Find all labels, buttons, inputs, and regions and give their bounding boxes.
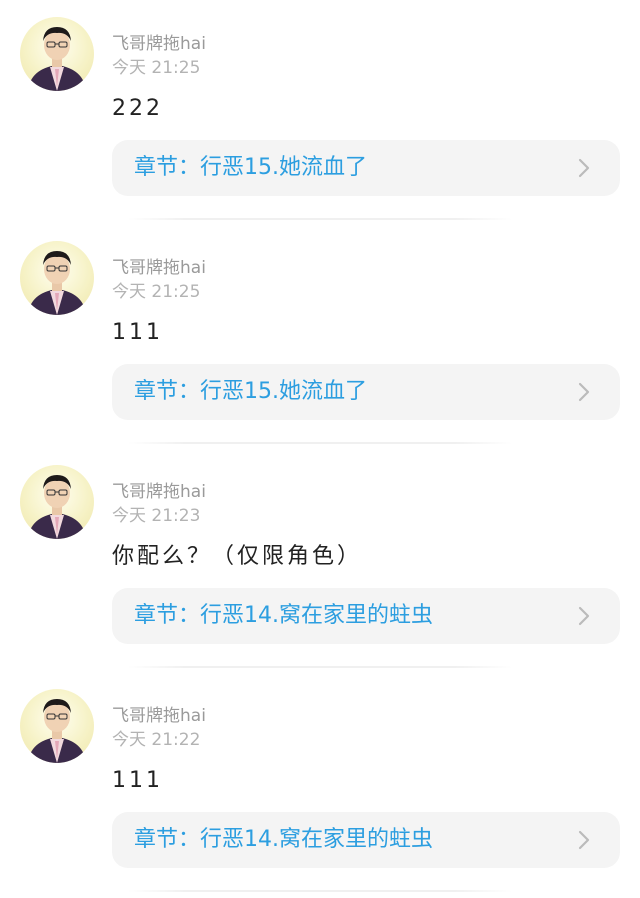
comment-item: 飞哥牌拖hai 今天 21:25 222 章节：行恶15.她流血了 — [0, 0, 640, 224]
chevron-right-icon — [574, 382, 594, 402]
username[interactable]: 飞哥牌拖hai — [112, 34, 206, 54]
timestamp: 今天 21:22 — [112, 730, 201, 750]
user-avatar[interactable] — [20, 689, 94, 763]
chapter-link[interactable]: 章节：行恶15.她流血了 — [112, 140, 620, 196]
comment-text: 111 — [112, 320, 163, 345]
username[interactable]: 飞哥牌拖hai — [112, 258, 206, 278]
comment-item: 飞哥牌拖hai 今天 21:23 你配么？（仅限角色） 章节：行恶14.窝在家里… — [0, 448, 640, 672]
user-avatar[interactable] — [20, 465, 94, 539]
avatar-image — [28, 699, 86, 763]
timestamp: 今天 21:23 — [112, 506, 201, 526]
user-avatar[interactable] — [20, 17, 94, 91]
chapter-link[interactable]: 章节：行恶15.她流血了 — [112, 364, 620, 420]
user-avatar[interactable] — [20, 241, 94, 315]
timestamp: 今天 21:25 — [112, 58, 201, 78]
chevron-right-icon — [574, 606, 594, 626]
avatar-image — [28, 251, 86, 315]
comment-list: 飞哥牌拖hai 今天 21:25 222 章节：行恶15.她流血了 飞哥牌拖ha… — [0, 0, 640, 898]
chapter-link[interactable]: 章节：行恶14.窝在家里的蛀虫 — [112, 588, 620, 644]
avatar-image — [28, 475, 86, 539]
chapter-label: 章节：行恶15.她流血了 — [134, 155, 367, 180]
divider — [128, 890, 512, 892]
chapter-label: 章节：行恶14.窝在家里的蛀虫 — [134, 827, 433, 852]
comment-text: 111 — [112, 768, 163, 793]
chevron-right-icon — [574, 830, 594, 850]
avatar-image — [28, 27, 86, 91]
comment-item: 飞哥牌拖hai 今天 21:25 111 章节：行恶15.她流血了 — [0, 224, 640, 448]
username[interactable]: 飞哥牌拖hai — [112, 482, 206, 502]
timestamp: 今天 21:25 — [112, 282, 201, 302]
chapter-label: 章节：行恶14.窝在家里的蛀虫 — [134, 603, 433, 628]
comment-text: 222 — [112, 96, 163, 121]
comment-item: 飞哥牌拖hai 今天 21:22 111 章节：行恶14.窝在家里的蛀虫 — [0, 672, 640, 896]
comment-text: 你配么？（仅限角色） — [112, 544, 363, 569]
username[interactable]: 飞哥牌拖hai — [112, 706, 206, 726]
divider — [128, 666, 512, 668]
chevron-right-icon — [574, 158, 594, 178]
divider — [128, 442, 512, 444]
chapter-link[interactable]: 章节：行恶14.窝在家里的蛀虫 — [112, 812, 620, 868]
divider — [128, 218, 512, 220]
chapter-label: 章节：行恶15.她流血了 — [134, 379, 367, 404]
